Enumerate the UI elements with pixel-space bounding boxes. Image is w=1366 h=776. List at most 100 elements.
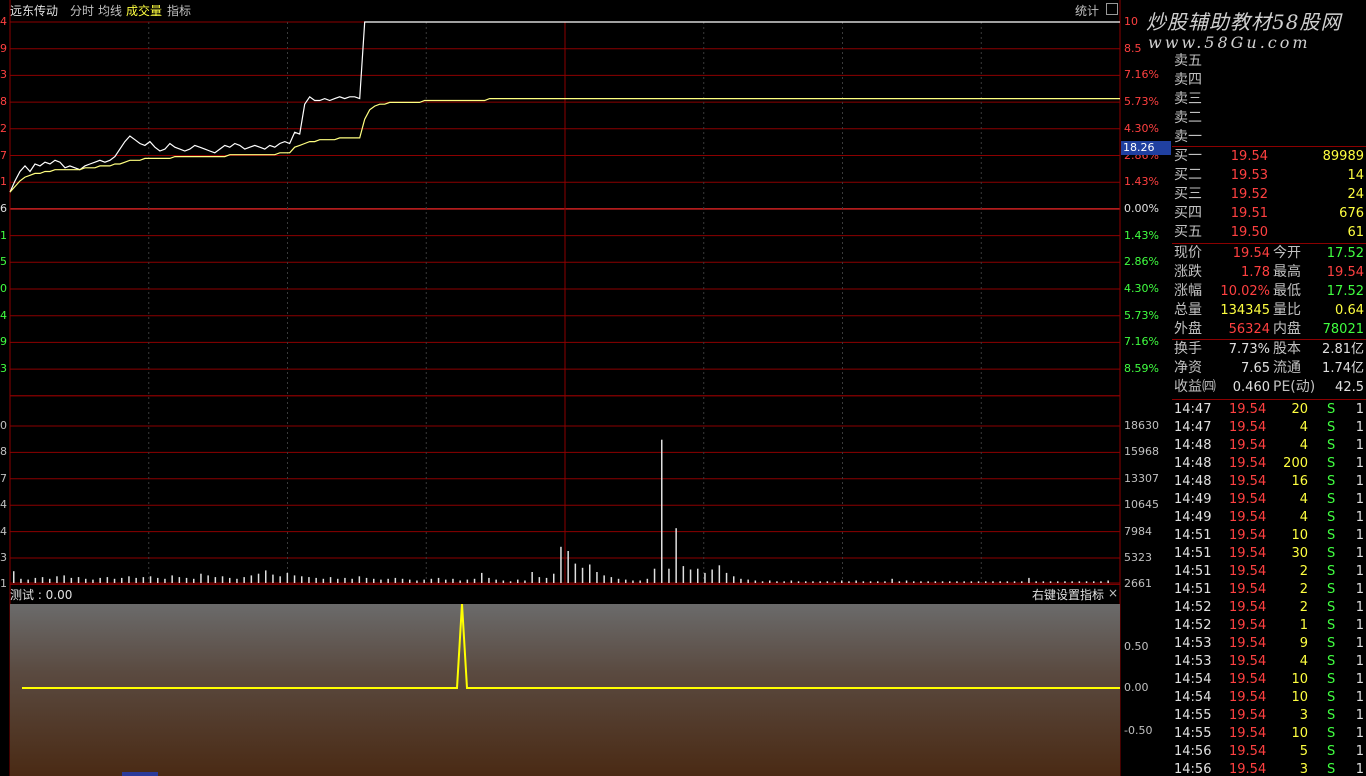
tick-side: S	[1327, 744, 1336, 759]
tick-row[interactable]: 14:53 19.54 9 S 1	[1172, 635, 1366, 653]
tick-volume: 1	[1299, 618, 1308, 633]
sell-level-label: 卖五	[1174, 53, 1202, 69]
quote-label: 最高	[1273, 264, 1301, 280]
tick-row[interactable]: 14:47 19.54 4 S 1	[1172, 419, 1366, 437]
tick-count: 1	[1355, 528, 1364, 543]
tick-count: 1	[1355, 618, 1364, 633]
tick-volume: 10	[1291, 528, 1308, 543]
tick-side: S	[1327, 456, 1336, 471]
tick-row[interactable]: 14:54 19.54 10 S 1	[1172, 689, 1366, 707]
tick-row[interactable]: 14:54 19.54 10 S 1	[1172, 671, 1366, 689]
tick-row[interactable]: 14:53 19.54 4 S 1	[1172, 653, 1366, 671]
indicator-axis-label: -0.50	[1124, 724, 1153, 737]
tick-volume: 4	[1299, 420, 1308, 435]
tick-volume: 3	[1299, 762, 1308, 776]
order-book-buy-row: 买一 19.54 89989	[1172, 147, 1366, 166]
tick-side: S	[1327, 510, 1336, 525]
tick-row[interactable]: 14:52 19.54 2 S 1	[1172, 599, 1366, 617]
tick-row[interactable]: 14:56 19.54 5 S 1	[1172, 743, 1366, 761]
tick-price: 19.54	[1229, 654, 1267, 669]
tick-price: 19.54	[1229, 456, 1267, 471]
quote-value: 19.54	[1232, 246, 1270, 261]
tick-row[interactable]: 14:49 19.54 4 S 1	[1172, 491, 1366, 509]
tick-row[interactable]: 14:51 19.54 10 S 1	[1172, 527, 1366, 545]
quote-value: 17.52	[1326, 246, 1364, 261]
tick-price: 19.54	[1229, 564, 1267, 579]
quote-value: 134345	[1220, 303, 1270, 318]
tick-time: 14:56	[1174, 744, 1212, 759]
quote-label: 今开	[1273, 245, 1301, 261]
tick-price: 19.54	[1229, 726, 1267, 741]
fundamentals-row: 换手 7.73% 股本 2.81亿	[1172, 340, 1366, 359]
tick-row[interactable]: 14:56 19.54 3 S 1	[1172, 761, 1366, 776]
buy-level-volume: 61	[1347, 225, 1364, 240]
tick-volume: 10	[1291, 726, 1308, 741]
tick-count: 1	[1355, 600, 1364, 615]
order-book-sell-row: 卖五	[1172, 52, 1366, 71]
tick-price: 19.54	[1229, 546, 1267, 561]
indicator-axis-label: 0.50	[1124, 640, 1149, 653]
tick-side: S	[1327, 546, 1336, 561]
tick-price: 19.54	[1229, 762, 1267, 776]
tick-time: 14:51	[1174, 528, 1212, 543]
buy-level-label: 买三	[1174, 186, 1202, 202]
tick-count: 1	[1355, 654, 1364, 669]
tick-price: 19.54	[1229, 438, 1267, 453]
fundamentals-label: 股本	[1273, 341, 1301, 357]
tick-row[interactable]: 14:48 19.54 16 S 1	[1172, 473, 1366, 491]
tick-row[interactable]: 14:55 19.54 10 S 1	[1172, 725, 1366, 743]
tick-price: 19.54	[1229, 600, 1267, 615]
tick-time: 14:55	[1174, 726, 1212, 741]
tick-row[interactable]: 14:52 19.54 1 S 1	[1172, 617, 1366, 635]
buy-level-volume: 14	[1347, 168, 1364, 183]
tick-row[interactable]: 14:51 19.54 2 S 1	[1172, 563, 1366, 581]
tick-time: 14:51	[1174, 564, 1212, 579]
tick-row[interactable]: 14:51 19.54 2 S 1	[1172, 581, 1366, 599]
tick-price: 19.54	[1229, 672, 1267, 687]
tick-side: S	[1327, 492, 1336, 507]
tick-row[interactable]: 14:49 19.54 4 S 1	[1172, 509, 1366, 527]
tick-time: 14:48	[1174, 438, 1212, 453]
tick-volume: 2	[1299, 564, 1308, 579]
tick-volume: 3	[1299, 708, 1308, 723]
tick-volume: 2	[1299, 582, 1308, 597]
tick-row[interactable]: 14:48 19.54 200 S 1	[1172, 455, 1366, 473]
tick-time: 14:53	[1174, 654, 1212, 669]
tick-side: S	[1327, 636, 1336, 651]
fundamentals-label: 换手	[1174, 341, 1202, 357]
quote-value: 17.52	[1326, 284, 1364, 299]
tick-row[interactable]: 14:47 19.54 20 S 1	[1172, 401, 1366, 419]
watermark-url: www.58Gu.com	[1148, 33, 1311, 52]
quote-label: 涨幅	[1174, 283, 1202, 299]
tick-side: S	[1327, 474, 1336, 489]
buy-level-price: 19.54	[1230, 149, 1268, 164]
tick-time: 14:54	[1174, 672, 1212, 687]
tick-volume: 4	[1299, 510, 1308, 525]
fundamentals-row: 净资 7.65 流通 1.74亿	[1172, 359, 1366, 378]
quote-label: 现价	[1174, 245, 1202, 261]
tick-side: S	[1327, 618, 1336, 633]
tick-time: 14:55	[1174, 708, 1212, 723]
indicator-svg	[22, 603, 1120, 776]
tick-count: 1	[1355, 474, 1364, 489]
quote-label: 内盘	[1273, 321, 1301, 337]
tick-price: 19.54	[1229, 582, 1267, 597]
tick-time: 14:53	[1174, 636, 1212, 651]
scroll-thumb[interactable]	[122, 772, 158, 776]
fundamentals-label: 收益㈣	[1174, 379, 1216, 395]
quote-value: 56324	[1228, 322, 1270, 337]
tick-row[interactable]: 14:51 19.54 30 S 1	[1172, 545, 1366, 563]
tick-volume: 20	[1291, 402, 1308, 417]
tick-time: 14:52	[1174, 600, 1212, 615]
tick-side: S	[1327, 402, 1336, 417]
tick-row[interactable]: 14:55 19.54 3 S 1	[1172, 707, 1366, 725]
quote-row: 涨幅 10.02% 最低 17.52	[1172, 282, 1366, 301]
fundamentals-value: 7.65	[1241, 361, 1270, 376]
tick-row[interactable]: 14:48 19.54 4 S 1	[1172, 437, 1366, 455]
tick-volume: 4	[1299, 654, 1308, 669]
fundamentals-value: 2.81亿	[1322, 342, 1364, 357]
quote-label: 总量	[1174, 302, 1202, 318]
tick-price: 19.54	[1229, 636, 1267, 651]
tick-price: 19.54	[1229, 402, 1267, 417]
tick-side: S	[1327, 564, 1336, 579]
